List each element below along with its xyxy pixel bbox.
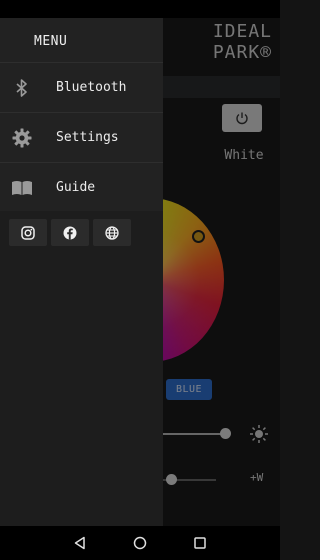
book-icon xyxy=(11,177,33,199)
globe-icon xyxy=(105,225,119,240)
recents-button[interactable] xyxy=(188,531,212,555)
back-icon xyxy=(74,536,85,550)
instagram-icon xyxy=(21,225,35,240)
navigation-drawer: MENU Bluetooth Settings Guide xyxy=(0,18,163,526)
website-button[interactable] xyxy=(93,219,131,246)
menu-item-label: Settings xyxy=(56,130,119,145)
gear-icon xyxy=(11,127,33,149)
drawer-title: MENU xyxy=(34,34,68,49)
recents-icon xyxy=(194,537,206,549)
social-links xyxy=(9,219,131,246)
instagram-button[interactable] xyxy=(9,219,47,246)
home-button[interactable] xyxy=(128,531,152,555)
menu-item-label: Bluetooth xyxy=(56,80,127,95)
menu-item-bluetooth[interactable]: Bluetooth xyxy=(0,62,163,112)
drawer-menu: MENU Bluetooth Settings Guide xyxy=(0,18,163,211)
back-button[interactable] xyxy=(68,531,92,555)
facebook-icon xyxy=(63,226,77,239)
home-icon xyxy=(133,536,147,550)
menu-item-guide[interactable]: Guide xyxy=(0,162,163,212)
status-bar xyxy=(0,0,280,18)
menu-item-settings[interactable]: Settings xyxy=(0,112,163,162)
bluetooth-icon xyxy=(11,77,33,99)
menu-item-label: Guide xyxy=(56,180,96,195)
facebook-button[interactable] xyxy=(51,219,89,246)
system-nav-bar xyxy=(0,526,280,560)
